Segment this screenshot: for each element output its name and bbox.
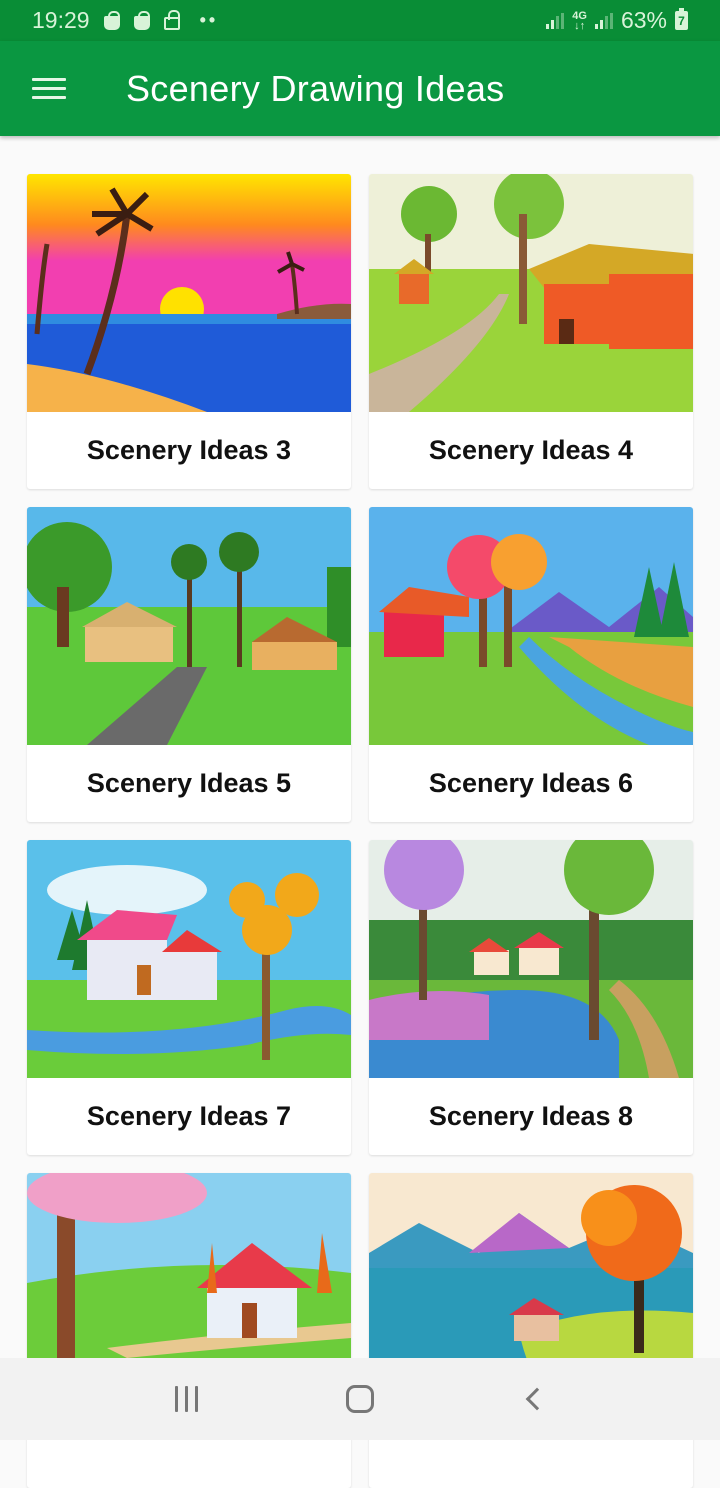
scenery-card[interactable]: Scenery Ideas 3	[27, 174, 351, 489]
scenery-grid: Scenery Ideas 3 Scenery Ideas 4	[27, 174, 693, 1488]
card-title: Scenery Ideas 4	[369, 412, 693, 489]
red-hut-river-mountains-image	[369, 507, 693, 745]
scenery-card[interactable]: Scenery Ideas 6	[369, 507, 693, 822]
scenery-card[interactable]	[369, 1173, 693, 1488]
4g-icon: 4G↓↑	[572, 11, 587, 31]
signal-icon	[546, 13, 564, 29]
recents-button[interactable]	[147, 1369, 227, 1429]
scenery-card[interactable]: Scenery Ideas 7	[27, 840, 351, 1155]
home-button[interactable]	[320, 1369, 400, 1429]
back-icon	[526, 1388, 549, 1411]
battery-charging-icon: 7	[675, 11, 688, 30]
card-title: Scenery Ideas 8	[369, 1078, 693, 1155]
hamburger-menu-icon[interactable]	[14, 59, 84, 119]
scenery-card[interactable]: Scenery Ideas 4	[369, 174, 693, 489]
recents-icon	[175, 1386, 198, 1412]
village-houses-path-image	[369, 174, 693, 412]
system-nav-bar	[0, 1358, 720, 1440]
signal-icon	[595, 13, 613, 29]
status-time: 19:29	[32, 7, 90, 34]
pink-roof-house-stream-image	[27, 840, 351, 1078]
battery-percent: 63%	[621, 7, 667, 34]
battery-glyph: 7	[678, 14, 685, 28]
countryside-huts-road-image	[27, 507, 351, 745]
card-title: Scenery Ideas 5	[27, 745, 351, 822]
scenery-card[interactable]	[27, 1173, 351, 1488]
page-title: Scenery Drawing Ideas	[126, 68, 504, 110]
card-title: Scenery Ideas 3	[27, 412, 351, 489]
app-bar: Scenery Drawing Ideas	[0, 41, 720, 136]
shopping-bag-icon	[134, 16, 150, 30]
shopping-bag-icon	[104, 16, 120, 30]
home-icon	[346, 1385, 374, 1413]
network-type: 4G	[572, 10, 587, 22]
scenery-card[interactable]: Scenery Ideas 8	[369, 840, 693, 1155]
lock-icon	[164, 17, 180, 30]
more-dots-icon: ••	[200, 10, 219, 31]
status-bar: 19:29 •• 4G↓↑ 63% 7	[0, 0, 720, 41]
card-title: Scenery Ideas 6	[369, 745, 693, 822]
card-title: Scenery Ideas 7	[27, 1078, 351, 1155]
sunset-beach-palms-image	[27, 174, 351, 412]
back-button[interactable]	[493, 1369, 573, 1429]
scenery-card[interactable]: Scenery Ideas 5	[27, 507, 351, 822]
spring-trees-river-houses-image	[369, 840, 693, 1078]
